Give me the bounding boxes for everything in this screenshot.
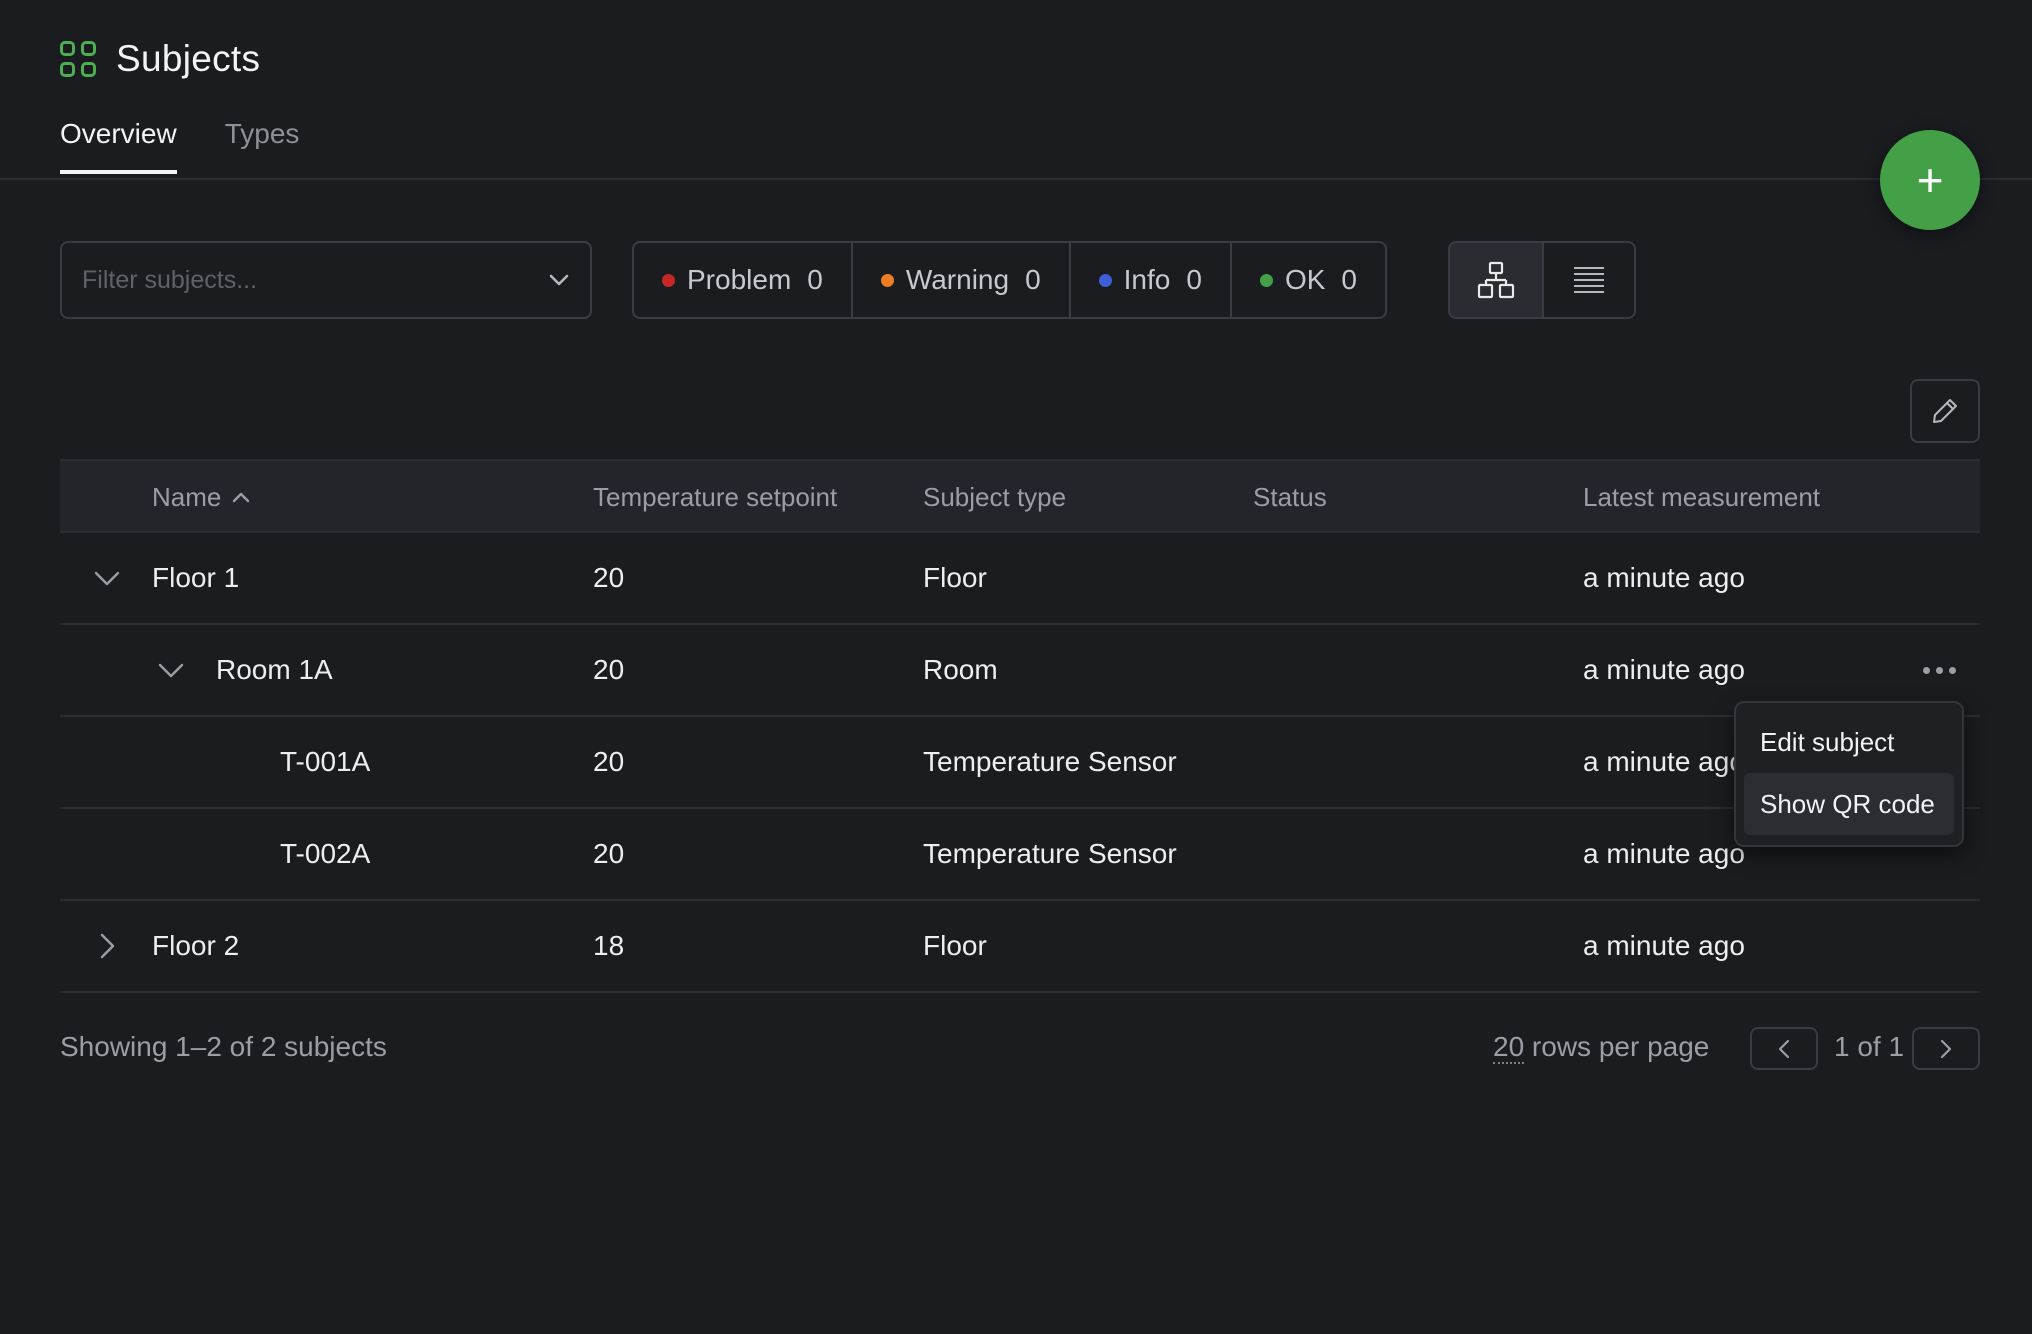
- latest-measurement: a minute ago: [1583, 930, 1745, 961]
- page-title: Subjects: [116, 38, 261, 79]
- subject-type: Floor: [923, 930, 987, 961]
- column-header-latest[interactable]: Latest measurement: [1583, 461, 1820, 533]
- subjects-page: Subjects Overview Types + Problem 0 Warn…: [0, 0, 2032, 1334]
- table-row[interactable]: Room 1A 20 Room a minute ago: [60, 625, 1980, 717]
- column-header-subject-type[interactable]: Subject type: [923, 461, 1066, 533]
- tabs-divider: [0, 178, 2032, 180]
- subject-type: Room: [923, 654, 998, 685]
- status-filter-group: Problem 0 Warning 0 Info 0 OK 0: [632, 241, 1387, 319]
- temperature-setpoint: 18: [593, 930, 625, 961]
- edit-columns-button[interactable]: [1910, 379, 1980, 443]
- row-expand-toggle[interactable]: [87, 901, 127, 991]
- table-row[interactable]: Floor 1 20 Floor a minute ago: [60, 533, 1980, 625]
- status-count: 0: [1341, 264, 1357, 295]
- tree-view-button[interactable]: [1450, 243, 1542, 317]
- list-view-button[interactable]: [1542, 243, 1634, 317]
- chevron-left-icon: [1778, 1039, 1790, 1058]
- grid-icon: [60, 41, 96, 77]
- row-context-menu: Edit subject Show QR code: [1734, 701, 1964, 847]
- chevron-down-icon: [94, 571, 120, 586]
- tab-bar: Overview Types: [60, 118, 299, 174]
- list-icon: [1574, 267, 1604, 293]
- subject-type: Floor: [923, 562, 987, 593]
- row-expand-toggle[interactable]: [151, 625, 191, 715]
- subject-name[interactable]: Room 1A: [216, 625, 333, 715]
- chevron-down-icon: [549, 274, 569, 286]
- chevron-right-icon: [1940, 1039, 1952, 1058]
- info-dot-icon: [1098, 273, 1112, 287]
- subject-name[interactable]: T-001A: [280, 717, 370, 807]
- latest-measurement: a minute ago: [1583, 654, 1745, 685]
- page-indicator: 1 of 1: [1834, 1031, 1905, 1062]
- subject-name[interactable]: T-002A: [280, 809, 370, 899]
- latest-measurement: a minute ago: [1583, 746, 1745, 777]
- warning-dot-icon: [880, 273, 894, 287]
- status-count: 0: [1025, 264, 1041, 295]
- menu-item-show-qr-code[interactable]: Show QR code: [1744, 773, 1954, 835]
- latest-measurement: a minute ago: [1583, 562, 1745, 593]
- sort-ascending-icon: [233, 492, 250, 503]
- problem-dot-icon: [662, 273, 675, 287]
- status-count: 0: [807, 264, 823, 295]
- table-header: Name Temperature setpoint Subject type S…: [60, 459, 1980, 533]
- status-filter-info[interactable]: Info 0: [1071, 243, 1232, 317]
- status-filter-problem[interactable]: Problem 0: [634, 243, 853, 317]
- filter-subjects-input[interactable]: [82, 265, 548, 295]
- status-filter-ok[interactable]: OK 0: [1232, 243, 1385, 317]
- latest-measurement: a minute ago: [1583, 838, 1745, 869]
- previous-page-button[interactable]: [1750, 1027, 1818, 1070]
- status-label: Warning: [905, 264, 1010, 295]
- tab-types[interactable]: Types: [225, 118, 300, 174]
- status-filter-warning[interactable]: Warning 0: [853, 243, 1071, 317]
- subject-name[interactable]: Floor 2: [152, 901, 239, 991]
- pagination-summary: Showing 1–2 of 2 subjects: [60, 1031, 387, 1062]
- column-label: Name: [152, 481, 222, 512]
- rows-per-page-value: 20: [1493, 1031, 1525, 1064]
- next-page-button[interactable]: [1912, 1027, 1980, 1070]
- table-row[interactable]: T-001A 20 Temperature Sensor a minute ag…: [60, 717, 1980, 809]
- subjects-table: Name Temperature setpoint Subject type S…: [60, 459, 1980, 993]
- table-row[interactable]: T-002A 20 Temperature Sensor a minute ag…: [60, 809, 1980, 901]
- plus-icon: +: [1916, 154, 1944, 206]
- status-label: Info: [1123, 264, 1171, 295]
- subject-name[interactable]: Floor 1: [152, 533, 239, 623]
- ok-dot-icon: [1259, 273, 1273, 287]
- add-subject-button[interactable]: +: [1880, 130, 1980, 230]
- temperature-setpoint: 20: [593, 654, 625, 685]
- column-header-name[interactable]: Name: [152, 461, 251, 533]
- rows-per-page-select[interactable]: 20 rows per page: [1493, 1031, 1710, 1064]
- chevron-down-icon: [158, 663, 184, 678]
- temperature-setpoint: 20: [593, 746, 625, 777]
- subject-type: Temperature Sensor: [923, 838, 1177, 869]
- subject-type: Temperature Sensor: [923, 746, 1177, 777]
- table-row[interactable]: Floor 2 18 Floor a minute ago: [60, 901, 1980, 993]
- chevron-right-icon: [100, 933, 115, 959]
- filter-subjects-select[interactable]: [60, 241, 592, 319]
- status-label: OK: [1284, 264, 1326, 295]
- view-toggle: [1448, 241, 1636, 319]
- menu-item-edit-subject[interactable]: Edit subject: [1744, 711, 1954, 773]
- temperature-setpoint: 20: [593, 838, 625, 869]
- status-label: Problem: [687, 264, 792, 295]
- page-header: Subjects: [60, 38, 260, 80]
- more-horizontal-icon: [1923, 666, 1956, 674]
- row-expand-toggle[interactable]: [87, 533, 127, 623]
- pencil-icon: [1933, 399, 1957, 423]
- temperature-setpoint: 20: [593, 562, 625, 593]
- hierarchy-icon: [1477, 261, 1515, 299]
- column-header-status[interactable]: Status: [1253, 461, 1327, 533]
- tab-overview[interactable]: Overview: [60, 118, 177, 174]
- rows-per-page-label: rows per page: [1524, 1031, 1710, 1062]
- status-count: 0: [1186, 264, 1202, 295]
- column-header-setpoint[interactable]: Temperature setpoint: [593, 461, 837, 533]
